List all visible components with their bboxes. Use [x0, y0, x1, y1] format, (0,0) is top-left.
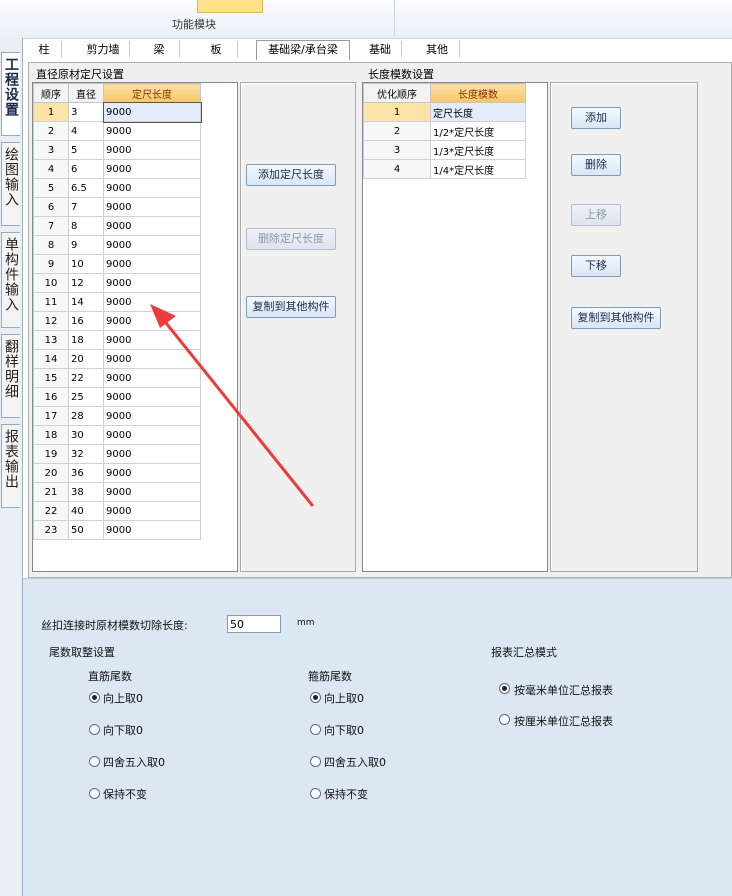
arrow-head — [150, 304, 176, 328]
arrow-shaft — [160, 316, 314, 507]
annotation-arrow — [150, 304, 314, 507]
